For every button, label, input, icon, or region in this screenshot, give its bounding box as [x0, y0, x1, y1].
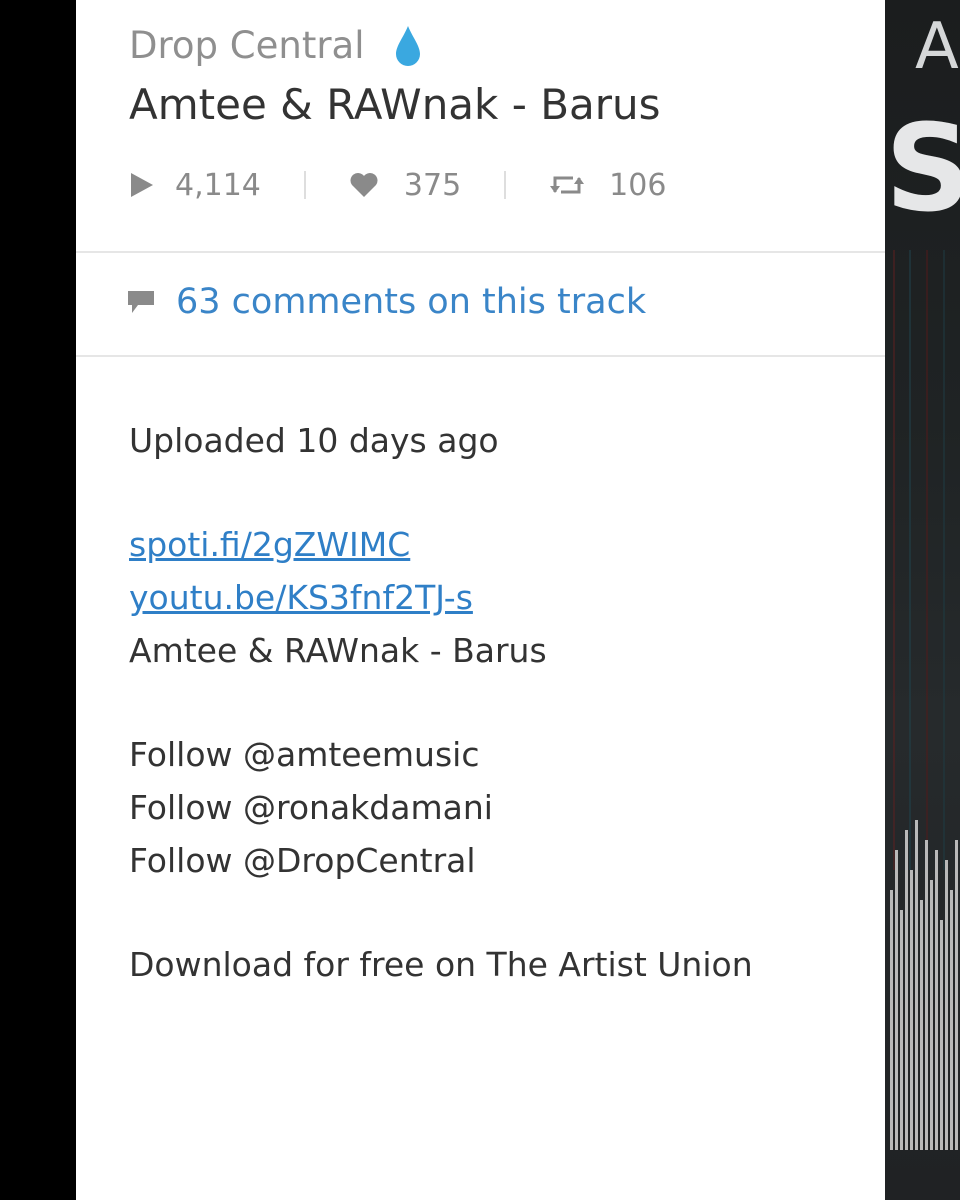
track-stats: 4,114 375 106 [129, 160, 666, 210]
artwork-letter: S [885, 100, 960, 239]
stat-divider [504, 171, 507, 199]
artwork-letter: A [915, 10, 959, 84]
waveform-bar [940, 920, 943, 1150]
download-note: Download for free on The Artist Union [129, 945, 753, 984]
waveform-bar [955, 840, 958, 1150]
track-info-panel: Drop Central Amtee & RAWnak - Barus 4,11… [76, 0, 885, 1200]
waveform-bar [930, 880, 933, 1150]
drop-icon [396, 26, 420, 66]
spotify-link[interactable]: spoti.fi/2gZWIMC [129, 525, 410, 564]
comments-label[interactable]: 63 comments on this track [176, 282, 646, 322]
description-track-name: Amtee & RAWnak - Barus [129, 631, 547, 670]
follow-dropcentral: Follow @DropCentral [129, 841, 476, 880]
uploader-name[interactable]: Drop Central [129, 24, 365, 67]
art-streak [909, 250, 911, 870]
waveform-bar [910, 870, 913, 1150]
heart-icon [350, 173, 378, 197]
likes-stat[interactable]: 375 [349, 168, 461, 203]
waveform-bar [890, 890, 893, 1150]
track-title: Amtee & RAWnak - Barus [129, 80, 661, 129]
artwork-background: A S [885, 0, 960, 1200]
waveform-bar [945, 860, 948, 1150]
waveform-bar [950, 890, 953, 1150]
upload-date: Uploaded 10 days ago [129, 421, 499, 460]
youtube-link[interactable]: youtu.be/KS3fnf2TJ-s [129, 578, 473, 617]
track-description: Uploaded 10 days ago spoti.fi/2gZWIMC yo… [129, 414, 753, 991]
art-streak [943, 250, 945, 870]
waveform-bar [920, 900, 923, 1150]
stat-divider [303, 171, 306, 199]
follow-amtee: Follow @amteemusic [129, 735, 480, 774]
waveform-bar [925, 840, 928, 1150]
waveform-bar [905, 830, 908, 1150]
repost-icon [550, 176, 585, 194]
play-icon [131, 173, 153, 197]
waveform-bar [935, 850, 938, 1150]
waveform-bar [900, 910, 903, 1150]
comments-link[interactable]: 63 comments on this track [126, 282, 646, 322]
reposts-count: 106 [609, 167, 667, 203]
divider [76, 251, 885, 253]
divider [76, 355, 885, 357]
left-black-border [0, 0, 76, 1200]
plays-count: 4,114 [175, 167, 261, 203]
waveform-bar [915, 820, 918, 1150]
follow-ronak: Follow @ronakdamani [129, 788, 493, 827]
likes-count: 375 [403, 167, 462, 203]
waveform-bar [895, 850, 898, 1150]
reposts-stat[interactable]: 106 [549, 168, 666, 203]
plays-stat: 4,114 [129, 168, 261, 203]
comment-icon [128, 291, 154, 313]
art-streak [926, 250, 928, 870]
art-streak [893, 250, 895, 870]
